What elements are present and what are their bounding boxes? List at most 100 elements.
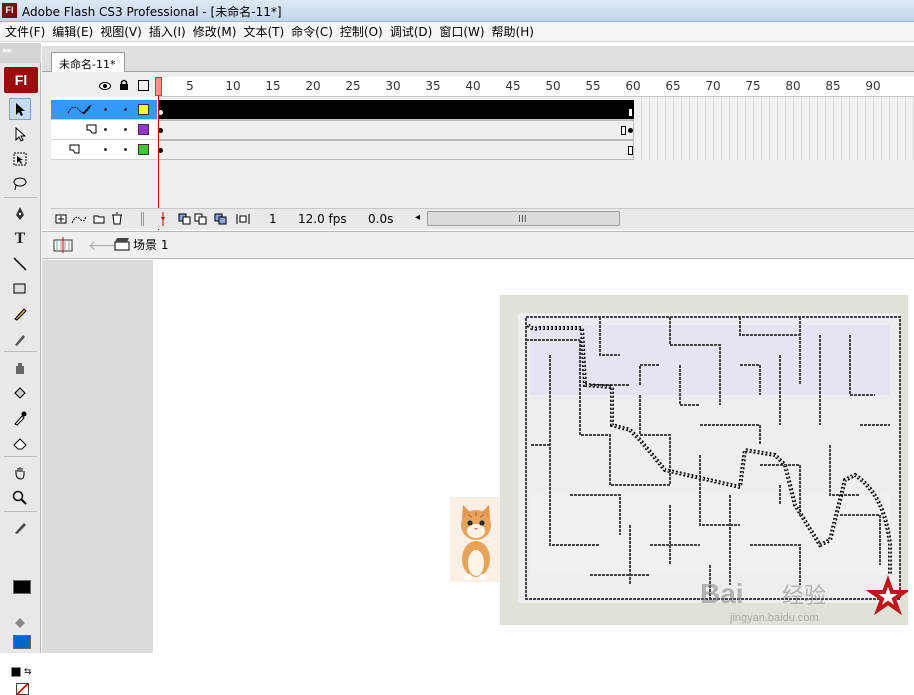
lasso-tool-icon[interactable]	[9, 173, 31, 195]
scene-clapper-icon	[114, 237, 130, 254]
modify-onion-markers-icon[interactable]	[236, 213, 250, 228]
end-frame-marker[interactable]	[621, 126, 626, 135]
no-color-icon[interactable]	[16, 683, 29, 695]
menu-insert[interactable]: 插入(I)	[148, 23, 192, 40]
layer-outline-color[interactable]	[138, 124, 149, 135]
default-colors-icon[interactable]	[11, 667, 21, 677]
ruler-label: 15	[265, 79, 281, 93]
rectangle-tool-icon[interactable]	[9, 278, 31, 300]
tab-document[interactable]: 未命名-11*	[51, 52, 125, 72]
menu-window[interactable]: 窗口(W)	[438, 23, 490, 40]
fill-color-bucket-icon	[9, 612, 31, 634]
menu-modify[interactable]: 修改(M)	[192, 23, 243, 40]
guided-layer-icon	[86, 124, 98, 138]
divider	[141, 212, 144, 226]
layer-row-guided-1[interactable]	[51, 120, 157, 140]
eraser-tool-icon[interactable]	[9, 432, 31, 454]
selection-tool-icon[interactable]	[9, 98, 31, 120]
add-motion-guide-icon[interactable]	[71, 213, 87, 228]
swap-colors-icon[interactable]: ⇆	[24, 667, 35, 677]
menu-commands[interactable]: 命令(C)	[290, 23, 339, 40]
text-tool-icon[interactable]: T	[9, 228, 31, 250]
ruler-label: 50	[545, 79, 561, 93]
menu-view[interactable]: 视图(V)	[99, 23, 148, 40]
stroke-color-swatch[interactable]	[13, 580, 31, 594]
hand-tool-icon[interactable]	[9, 462, 31, 484]
layer-outline-color[interactable]	[138, 104, 149, 115]
lock-dot[interactable]	[124, 108, 127, 111]
ruler-label: 40	[465, 79, 481, 93]
kitten-image[interactable]	[450, 497, 500, 582]
show-hide-all-layers-icon[interactable]	[99, 80, 111, 94]
ruler-label: 35	[425, 79, 441, 93]
ink-bottle-tool-icon[interactable]	[9, 357, 31, 379]
eyedropper-tool-icon[interactable]	[9, 407, 31, 429]
insert-folder-icon[interactable]	[93, 213, 105, 228]
scrollbar-thumb-grip[interactable]: III	[518, 214, 527, 225]
timeline-toggle-icon[interactable]	[53, 237, 73, 256]
ruler-label: 10	[225, 79, 241, 93]
scene-name[interactable]: 场景 1	[133, 236, 168, 253]
ruler-label: 25	[345, 79, 361, 93]
elapsed-time: 0.0s	[368, 212, 394, 226]
tools-panel: ▸▸ Fl T ⇆	[0, 43, 41, 695]
menu-bar: 文件(F) 编辑(E) 视图(V) 插入(I) 修改(M) 文本(T) 命令(C…	[0, 22, 914, 42]
layer-row-normal[interactable]	[51, 140, 157, 160]
frame-rate[interactable]: 12.0 fps	[298, 212, 347, 226]
zoom-tool-icon[interactable]	[9, 487, 31, 509]
pen-tool-icon[interactable]	[9, 203, 31, 225]
playhead[interactable]	[155, 77, 162, 96]
menu-edit[interactable]: 编辑(E)	[51, 23, 99, 40]
menu-text[interactable]: 文本(T)	[242, 23, 290, 40]
empty-frame-grid[interactable]	[634, 97, 914, 160]
timeline-ruler[interactable]: 1 5 10 15 20 25 30 35 40 45 50 55 60 65 …	[154, 77, 914, 97]
maze-image[interactable]: Bai 经验 jingyan.baidu.com	[500, 295, 908, 625]
fill-color-swatch[interactable]	[13, 635, 31, 649]
frame-span-guide[interactable]	[158, 100, 634, 120]
subselection-tool-icon[interactable]	[9, 123, 31, 145]
watermark-logo: Bai	[700, 578, 744, 609]
free-transform-tool-icon[interactable]	[9, 148, 31, 170]
brush-tool-icon[interactable]	[9, 328, 31, 350]
timeline-horizontal-scrollbar[interactable]: III	[427, 211, 620, 226]
paint-bucket-tool-icon[interactable]	[9, 382, 31, 404]
end-frame-marker[interactable]	[628, 146, 633, 155]
ruler-label: 45	[505, 79, 521, 93]
ruler-label: 70	[705, 79, 721, 93]
lock-all-layers-icon[interactable]	[119, 79, 129, 94]
lock-dot[interactable]	[124, 148, 127, 151]
layer-outline-color[interactable]	[138, 144, 149, 155]
scroll-left-arrow-icon[interactable]: ◂	[415, 212, 420, 223]
pencil-tool-icon[interactable]	[9, 303, 31, 325]
frame-span-normal[interactable]	[158, 140, 634, 160]
delete-layer-icon[interactable]	[111, 212, 123, 228]
lock-dot[interactable]	[124, 128, 127, 131]
keyframe-dot[interactable]	[628, 128, 633, 133]
visibility-dot[interactable]	[104, 108, 107, 111]
insert-layer-icon[interactable]	[55, 213, 67, 228]
edit-multiple-frames-icon[interactable]	[214, 213, 228, 228]
onion-skin-icon[interactable]	[178, 213, 192, 228]
center-frame-icon[interactable]	[159, 212, 167, 229]
menu-debug[interactable]: 调试(D)	[389, 23, 439, 40]
svg-text:经验: 经验	[782, 583, 826, 608]
menu-file[interactable]: 文件(F)	[4, 23, 51, 40]
layer-row-guide[interactable]	[51, 100, 157, 120]
menu-help[interactable]: 帮助(H)	[491, 23, 540, 40]
flash-logo: Fl	[4, 67, 38, 93]
visibility-dot[interactable]	[104, 128, 107, 131]
normal-layer-icon	[69, 144, 81, 158]
flash-app-icon: Fl	[2, 3, 17, 18]
end-frame-marker[interactable]	[628, 108, 633, 117]
outline-all-layers-icon[interactable]	[138, 80, 149, 91]
onion-skin-outlines-icon[interactable]	[194, 213, 208, 228]
ruler-label: 65	[665, 79, 681, 93]
visibility-dot[interactable]	[104, 148, 107, 151]
panel-collapse-grip[interactable]: ▸▸	[0, 43, 41, 63]
line-tool-icon[interactable]	[9, 253, 31, 275]
motion-guide-layer-icon	[67, 102, 93, 119]
menu-control[interactable]: 控制(O)	[339, 23, 389, 40]
frame-span-guided[interactable]	[158, 120, 634, 140]
pasteboard	[42, 260, 153, 653]
ruler-label: 75	[745, 79, 761, 93]
